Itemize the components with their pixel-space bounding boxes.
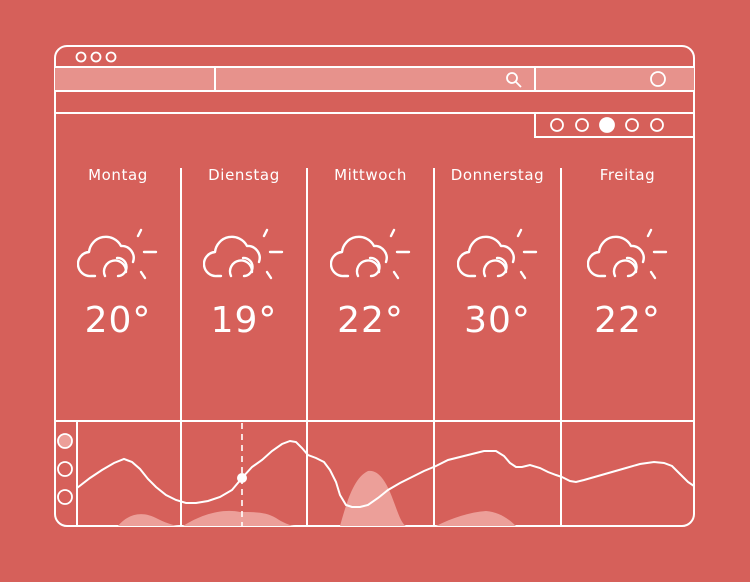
day-label: Dienstag — [208, 166, 280, 184]
window-frame — [54, 45, 695, 527]
carousel-dot[interactable] — [550, 118, 564, 132]
address-field[interactable] — [56, 68, 214, 90]
graph-area-fill — [118, 470, 516, 526]
carousel-dot[interactable] — [575, 118, 589, 132]
day-label: Montag — [88, 166, 148, 184]
window-border — [54, 45, 695, 527]
day-temperature: 30° — [464, 300, 531, 341]
window-dot-maximize[interactable] — [105, 51, 117, 63]
window-dot-minimize[interactable] — [90, 51, 102, 63]
carousel-dots — [550, 117, 664, 133]
graph-control-button[interactable] — [57, 461, 73, 477]
day-label: Mittwoch — [334, 166, 407, 184]
graph-cursor-point[interactable] — [237, 473, 247, 483]
partly-cloudy-icon — [329, 228, 410, 280]
partly-cloudy-icon — [456, 228, 537, 280]
carousel-dot[interactable] — [650, 118, 664, 132]
carousel-dot[interactable] — [599, 117, 615, 133]
partly-cloudy-icon — [203, 228, 284, 280]
partly-cloudy-icon — [77, 228, 158, 280]
graph-control-button[interactable] — [57, 433, 73, 449]
day-temperature: 19° — [210, 300, 278, 341]
carousel-dot[interactable] — [625, 118, 639, 132]
graph-control-button[interactable] — [57, 489, 73, 505]
day-temperature: 22° — [594, 300, 661, 341]
partly-cloudy-icon — [586, 228, 667, 280]
day-temperature: 20° — [84, 300, 152, 341]
day-label: Donnerstag — [450, 166, 545, 184]
weather-app-window: Montag 20° Dienstag 19° Mittwoch 22° Donnersta… — [0, 0, 750, 582]
day-temperature: 22° — [337, 300, 404, 341]
graph-control-buttons — [57, 433, 73, 505]
day-label: Freitag — [599, 166, 656, 184]
window-dot-close[interactable] — [75, 51, 87, 63]
search-input[interactable] — [216, 68, 534, 90]
